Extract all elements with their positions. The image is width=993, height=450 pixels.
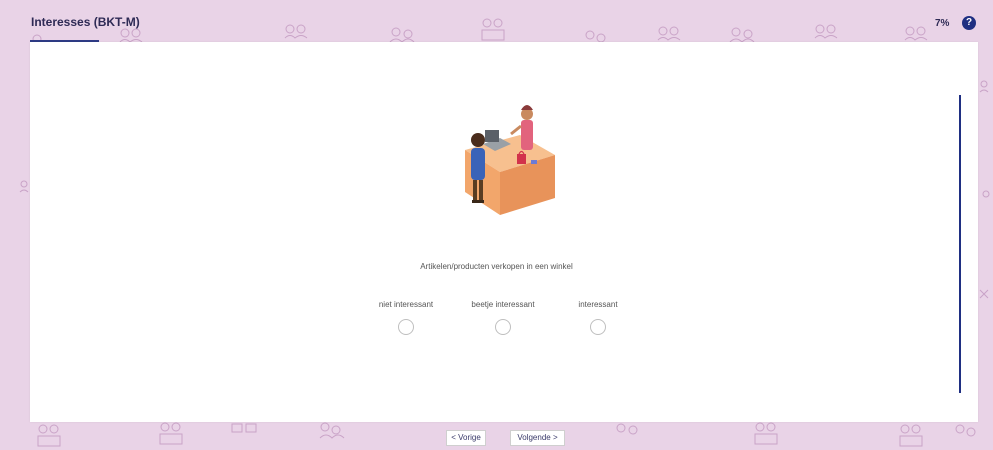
next-button[interactable]: Volgende > <box>510 430 565 446</box>
option-label-niet-interessant: niet interessant <box>378 300 434 309</box>
scrollbar[interactable] <box>959 95 961 393</box>
page-title: Interesses (BKT-M) <box>31 15 140 29</box>
previous-button[interactable]: < Vorige <box>446 430 486 446</box>
help-icon[interactable]: ? <box>962 16 976 30</box>
progress-percentage: 7% <box>935 18 950 29</box>
option-label-beetje-interessant: beetje interessant <box>471 300 535 309</box>
radio-beetje-interessant[interactable] <box>495 319 511 335</box>
option-label-interessant: interessant <box>578 300 618 309</box>
radio-interessant[interactable] <box>590 319 606 335</box>
header-bar: Interesses (BKT-M) 7% ? <box>0 0 993 42</box>
question-panel <box>30 42 978 422</box>
question-text: Artikelen/producten verkopen in een wink… <box>420 262 573 271</box>
radio-niet-interessant[interactable] <box>398 319 414 335</box>
shop-counter-illustration <box>465 105 555 215</box>
